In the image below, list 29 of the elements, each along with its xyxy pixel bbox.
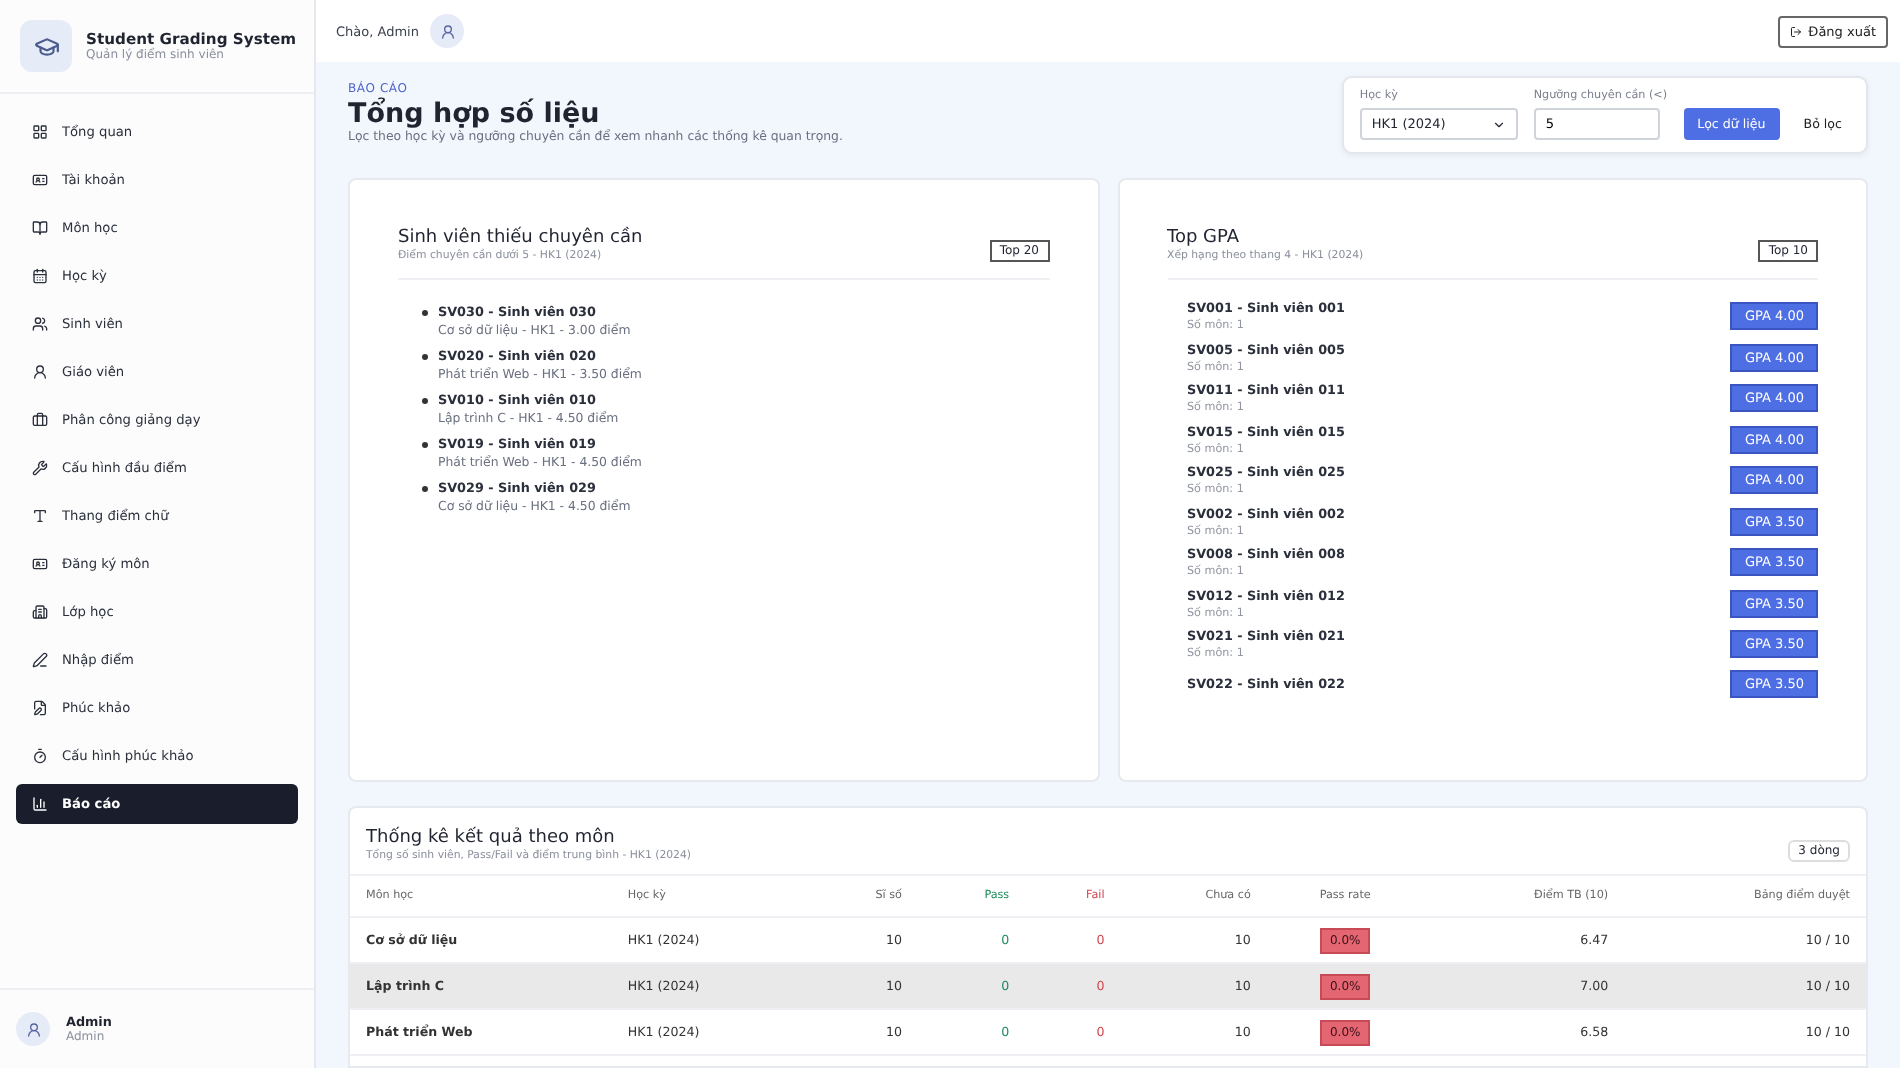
bullet-icon <box>422 398 428 404</box>
card-icon <box>32 556 48 572</box>
card-title: Top GPA <box>1167 228 1242 248</box>
card-icon <box>32 172 48 188</box>
bullet-icon <box>422 442 428 448</box>
book-icon <box>32 220 48 236</box>
letter-icon <box>32 508 48 524</box>
bullet-icon <box>422 354 428 360</box>
wrench-icon <box>32 460 48 476</box>
pen-icon <box>32 652 48 668</box>
logout-icon <box>1790 25 1803 37</box>
bullet-icon <box>422 310 428 316</box>
page-title: Tổng hợp số liệu <box>348 98 600 130</box>
caret-icon <box>1491 117 1506 131</box>
briefcase-icon <box>32 412 48 428</box>
people-icon <box>32 316 48 332</box>
avatar <box>16 1012 50 1046</box>
avatar[interactable] <box>430 14 465 48</box>
bar-chart-icon <box>32 796 48 812</box>
calendar-icon <box>32 268 48 284</box>
grid-icon <box>32 124 48 140</box>
bullet-icon <box>422 486 428 492</box>
person-icon <box>32 364 48 380</box>
timer-icon <box>32 748 48 764</box>
card-title: Sinh viên thiếu chuyên cần <box>398 228 643 248</box>
graduation-cap-icon <box>20 20 72 72</box>
document-edit-icon <box>32 700 48 716</box>
card-title: Thống kê kết quả theo môn <box>366 828 617 848</box>
building-icon <box>32 604 48 620</box>
